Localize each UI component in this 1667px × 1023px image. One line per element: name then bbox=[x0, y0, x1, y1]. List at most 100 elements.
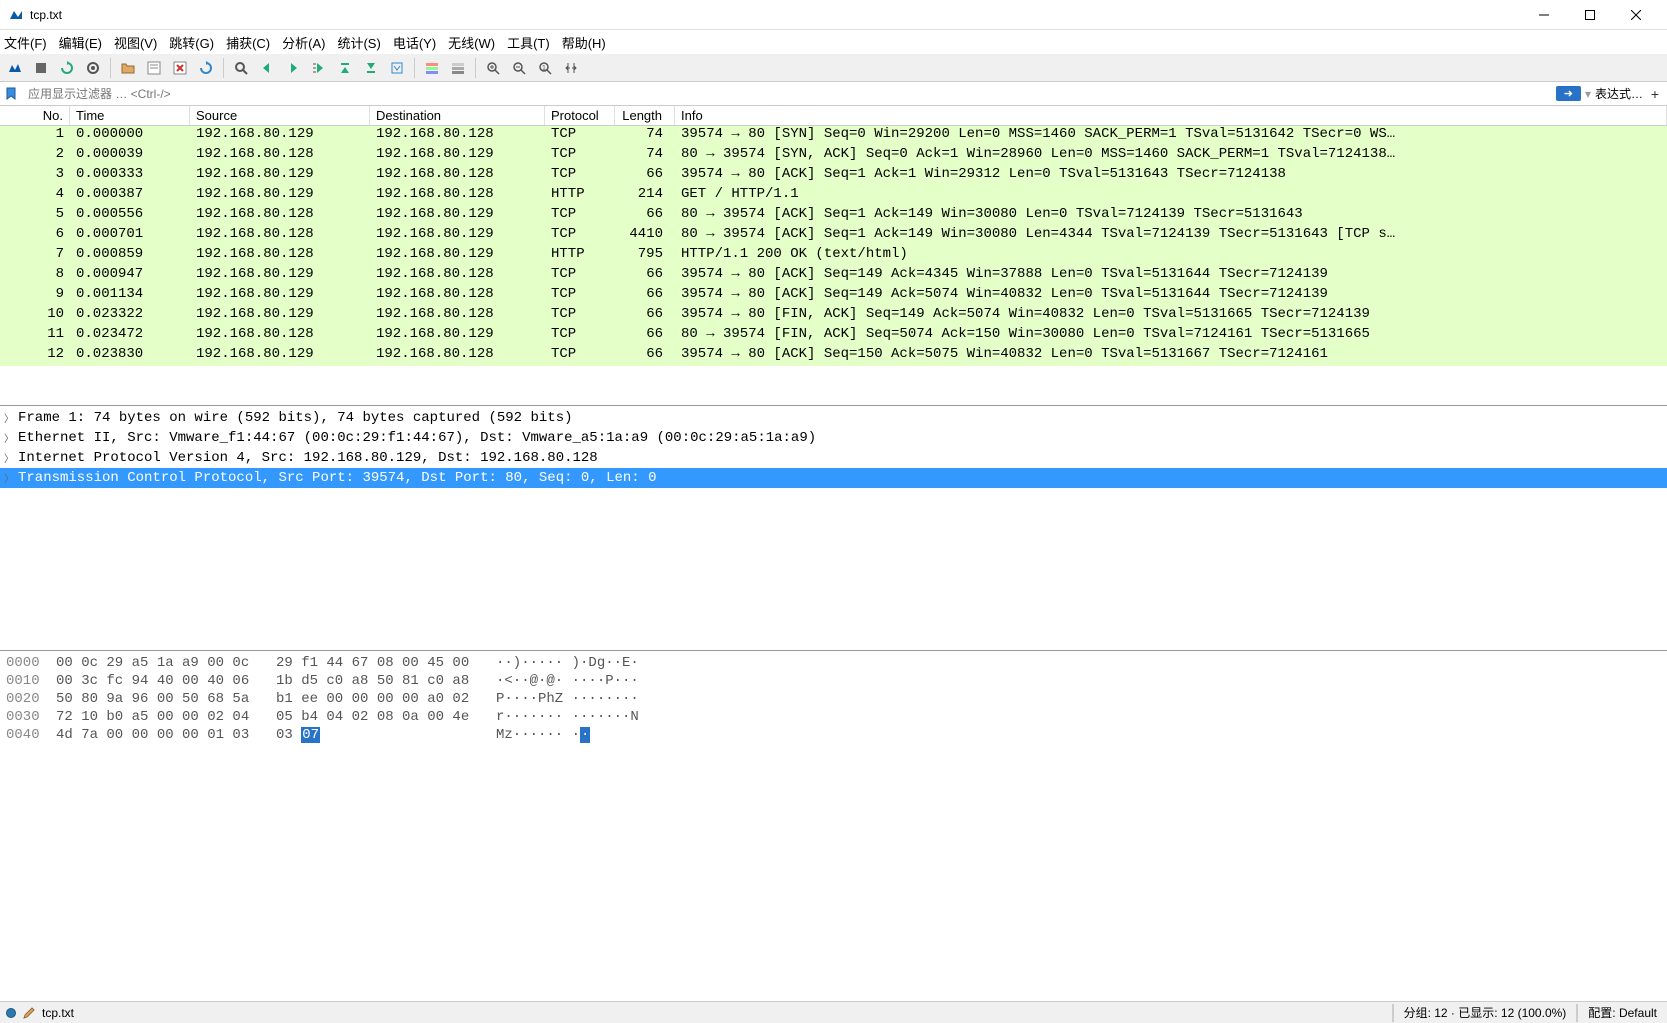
save-file-icon[interactable] bbox=[143, 57, 165, 79]
packet-time: 0.000701 bbox=[70, 226, 190, 246]
expert-info-icon[interactable] bbox=[6, 1008, 16, 1018]
col-header-length[interactable]: Length bbox=[615, 106, 675, 125]
hex-row[interactable]: 003072 10 b0 a5 00 00 02 0405 b4 04 02 0… bbox=[6, 709, 1661, 727]
packet-source: 192.168.80.128 bbox=[190, 206, 370, 226]
col-header-source[interactable]: Source bbox=[190, 106, 370, 125]
packet-list[interactable]: 10.000000192.168.80.129192.168.80.128TCP… bbox=[0, 126, 1667, 406]
packet-source: 192.168.80.129 bbox=[190, 306, 370, 326]
menu-wireless[interactable]: 无线(W) bbox=[448, 33, 495, 52]
menu-view[interactable]: 视图(V) bbox=[114, 33, 157, 52]
filter-dropdown-icon[interactable]: ▾ bbox=[1585, 87, 1591, 101]
menu-file[interactable]: 文件(F) bbox=[4, 33, 47, 52]
zoom-out-icon[interactable] bbox=[508, 57, 530, 79]
hex-offset: 0030 bbox=[6, 709, 56, 727]
tree-node[interactable]: 〉Frame 1: 74 bytes on wire (592 bits), 7… bbox=[0, 408, 1667, 428]
close-button[interactable] bbox=[1613, 0, 1659, 30]
menu-capture[interactable]: 捕获(C) bbox=[226, 33, 270, 52]
packet-bytes-hex[interactable]: 000000 0c 29 a5 1a a9 00 0c29 f1 44 67 0… bbox=[0, 651, 1667, 1001]
go-back-icon[interactable] bbox=[256, 57, 278, 79]
go-forward-icon[interactable] bbox=[282, 57, 304, 79]
packet-row[interactable]: 70.000859192.168.80.128192.168.80.129HTT… bbox=[0, 246, 1667, 266]
go-last-icon[interactable] bbox=[360, 57, 382, 79]
packet-row[interactable]: 30.000333192.168.80.129192.168.80.128TCP… bbox=[0, 166, 1667, 186]
packet-no: 7 bbox=[0, 246, 70, 266]
find-packet-icon[interactable] bbox=[230, 57, 252, 79]
packet-no: 3 bbox=[0, 166, 70, 186]
status-profile[interactable]: 配置: Default bbox=[1578, 1004, 1667, 1021]
col-header-info[interactable]: Info bbox=[675, 106, 1667, 125]
packet-source: 192.168.80.128 bbox=[190, 226, 370, 246]
zoom-in-icon[interactable] bbox=[482, 57, 504, 79]
tree-node[interactable]: 〉Ethernet II, Src: Vmware_f1:44:67 (00:0… bbox=[0, 428, 1667, 448]
add-filter-button[interactable]: + bbox=[1647, 86, 1663, 102]
resize-columns-icon[interactable] bbox=[560, 57, 582, 79]
open-file-icon[interactable] bbox=[117, 57, 139, 79]
tree-node[interactable]: 〉Transmission Control Protocol, Src Port… bbox=[0, 468, 1667, 488]
menu-statistics[interactable]: 统计(S) bbox=[337, 33, 380, 52]
display-filter-input[interactable] bbox=[24, 85, 1556, 103]
wireshark-icon bbox=[8, 7, 24, 23]
col-header-destination[interactable]: Destination bbox=[370, 106, 545, 125]
packet-row[interactable]: 80.000947192.168.80.129192.168.80.128TCP… bbox=[0, 266, 1667, 286]
packet-row[interactable]: 40.000387192.168.80.129192.168.80.128HTT… bbox=[0, 186, 1667, 206]
col-header-time[interactable]: Time bbox=[70, 106, 190, 125]
menu-telephony[interactable]: 电话(Y) bbox=[393, 33, 436, 52]
packet-protocol: HTTP bbox=[545, 186, 615, 206]
expand-icon[interactable]: 〉 bbox=[4, 450, 18, 466]
reload-icon[interactable] bbox=[195, 57, 217, 79]
packet-destination: 192.168.80.128 bbox=[370, 306, 545, 326]
apply-filter-button[interactable]: ➜ bbox=[1556, 86, 1581, 101]
colorize-2-icon[interactable] bbox=[447, 57, 469, 79]
packet-destination: 192.168.80.129 bbox=[370, 206, 545, 226]
menu-edit[interactable]: 编辑(E) bbox=[59, 33, 102, 52]
maximize-button[interactable] bbox=[1567, 0, 1613, 30]
packet-details-tree[interactable]: 〉Frame 1: 74 bytes on wire (592 bits), 7… bbox=[0, 406, 1667, 651]
packet-row[interactable]: 120.023830192.168.80.129192.168.80.128TC… bbox=[0, 346, 1667, 366]
packet-protocol: TCP bbox=[545, 206, 615, 226]
menu-analyze[interactable]: 分析(A) bbox=[282, 33, 325, 52]
packet-row[interactable]: 20.000039192.168.80.128192.168.80.129TCP… bbox=[0, 146, 1667, 166]
go-to-packet-icon[interactable] bbox=[308, 57, 330, 79]
menu-tools[interactable]: 工具(T) bbox=[507, 33, 550, 52]
hex-row[interactable]: 002050 80 9a 96 00 50 68 5ab1 ee 00 00 0… bbox=[6, 691, 1661, 709]
col-header-no[interactable]: No. bbox=[0, 106, 70, 125]
go-first-icon[interactable] bbox=[334, 57, 356, 79]
start-capture-icon[interactable] bbox=[4, 57, 26, 79]
zoom-reset-icon[interactable]: 1 bbox=[534, 57, 556, 79]
stop-capture-icon[interactable] bbox=[30, 57, 52, 79]
hex-row[interactable]: 001000 3c fc 94 40 00 40 061b d5 c0 a8 5… bbox=[6, 673, 1661, 691]
packet-row[interactable]: 100.023322192.168.80.129192.168.80.128TC… bbox=[0, 306, 1667, 326]
packet-destination: 192.168.80.129 bbox=[370, 326, 545, 346]
colorize-icon[interactable] bbox=[421, 57, 443, 79]
packet-info: 39574 → 80 [SYN] Seq=0 Win=29200 Len=0 M… bbox=[675, 126, 1667, 146]
capture-options-icon[interactable] bbox=[82, 57, 104, 79]
packet-protocol: TCP bbox=[545, 326, 615, 346]
packet-source: 192.168.80.129 bbox=[190, 126, 370, 146]
packet-time: 0.000039 bbox=[70, 146, 190, 166]
col-header-protocol[interactable]: Protocol bbox=[545, 106, 615, 125]
packet-protocol: TCP bbox=[545, 146, 615, 166]
annotation-icon[interactable] bbox=[22, 1006, 36, 1020]
status-file-label: tcp.txt bbox=[42, 1006, 74, 1020]
bookmark-icon[interactable] bbox=[4, 86, 20, 102]
hex-row[interactable]: 000000 0c 29 a5 1a a9 00 0c29 f1 44 67 0… bbox=[6, 655, 1661, 673]
menu-help[interactable]: 帮助(H) bbox=[562, 33, 606, 52]
packet-row[interactable]: 110.023472192.168.80.128192.168.80.129TC… bbox=[0, 326, 1667, 346]
minimize-button[interactable] bbox=[1521, 0, 1567, 30]
expand-icon[interactable]: 〉 bbox=[4, 470, 18, 486]
close-file-icon[interactable] bbox=[169, 57, 191, 79]
expand-icon[interactable]: 〉 bbox=[4, 410, 18, 426]
tree-node[interactable]: 〉Internet Protocol Version 4, Src: 192.1… bbox=[0, 448, 1667, 468]
hex-row[interactable]: 00404d 7a 00 00 00 00 01 0303 07Mz······… bbox=[6, 727, 1661, 745]
restart-capture-icon[interactable] bbox=[56, 57, 78, 79]
expand-icon[interactable]: 〉 bbox=[4, 430, 18, 446]
auto-scroll-icon[interactable] bbox=[386, 57, 408, 79]
packet-row[interactable]: 60.000701192.168.80.128192.168.80.129TCP… bbox=[0, 226, 1667, 246]
packet-row[interactable]: 10.000000192.168.80.129192.168.80.128TCP… bbox=[0, 126, 1667, 146]
hex-bytes: 50 80 9a 96 00 50 68 5a bbox=[56, 691, 276, 709]
packet-source: 192.168.80.129 bbox=[190, 266, 370, 286]
packet-row[interactable]: 50.000556192.168.80.128192.168.80.129TCP… bbox=[0, 206, 1667, 226]
menu-go[interactable]: 跳转(G) bbox=[169, 33, 214, 52]
packet-row[interactable]: 90.001134192.168.80.129192.168.80.128TCP… bbox=[0, 286, 1667, 306]
expression-button[interactable]: 表达式… bbox=[1595, 85, 1643, 102]
